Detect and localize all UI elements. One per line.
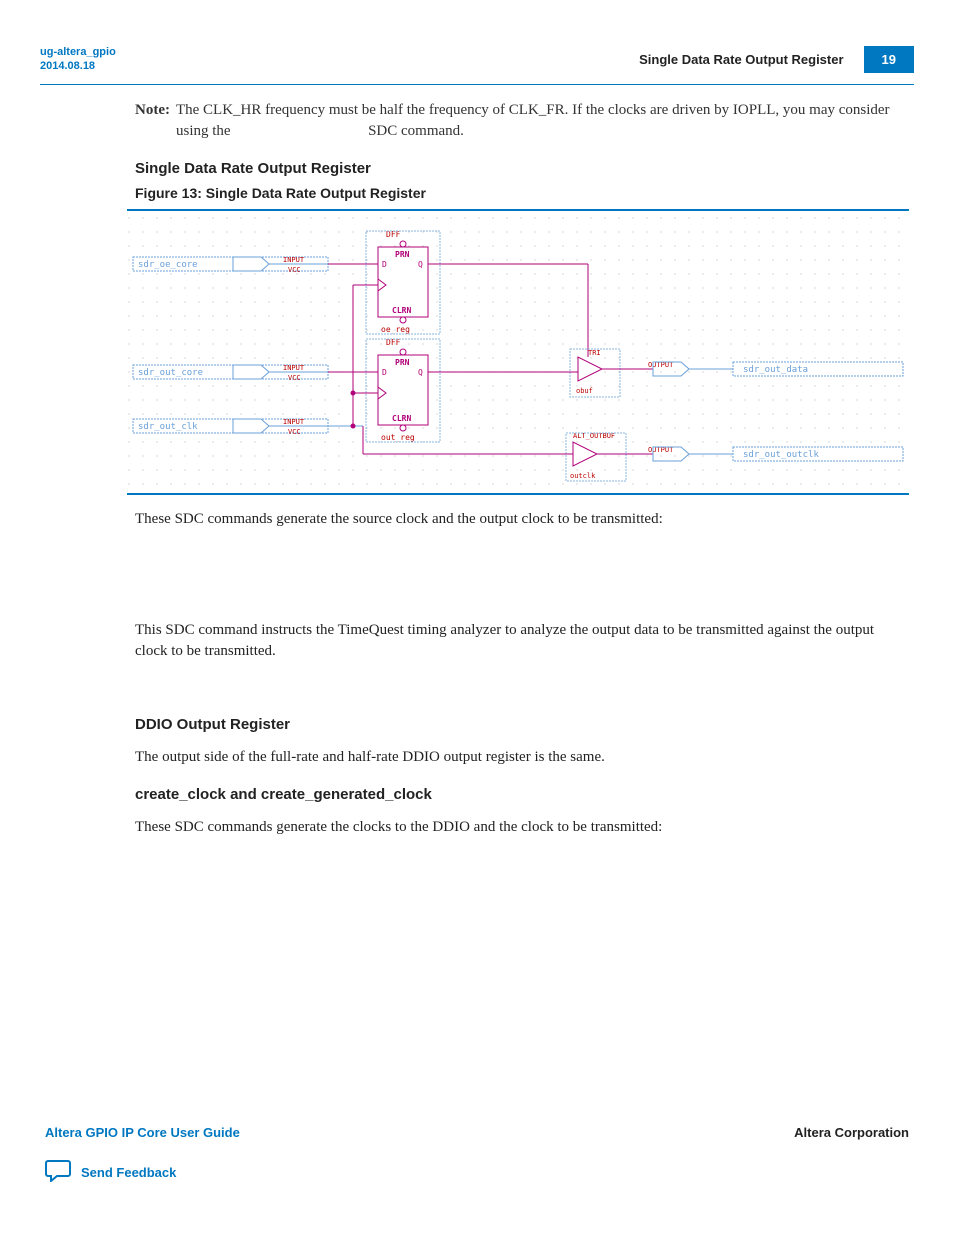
svg-text:out_reg: out_reg xyxy=(381,433,415,442)
svg-text:obuf: obuf xyxy=(576,387,593,395)
svg-text:INPUT: INPUT xyxy=(283,364,305,372)
paragraph-ddio-same: The output side of the full-rate and hal… xyxy=(135,747,909,768)
figure-rule-top xyxy=(127,209,909,211)
doc-id: ug-altera_gpio 2014.08.18 xyxy=(40,45,116,74)
page-footer: Altera GPIO IP Core User Guide Altera Co… xyxy=(0,1125,954,1140)
doc-id-line1: ug-altera_gpio xyxy=(40,46,116,58)
circuit-diagram: sdr_oe_core INPUT VCC sdr_out_core INPUT… xyxy=(127,217,909,487)
note-block: Note: The CLK_HR frequency must be half … xyxy=(135,100,909,142)
figure-rule-bottom xyxy=(127,493,909,495)
header-divider xyxy=(40,84,914,85)
svg-text:PRN: PRN xyxy=(395,358,410,367)
header-right: Single Data Rate Output Register 19 xyxy=(639,46,914,73)
section-heading-sdr: Single Data Rate Output Register xyxy=(135,160,909,177)
note-text: The CLK_HR frequency must be half the fr… xyxy=(176,100,909,142)
section-heading-ddio: DDIO Output Register xyxy=(135,716,909,733)
svg-text:D: D xyxy=(382,260,387,269)
note-label: Note: xyxy=(135,100,170,142)
paragraph-sdc-generate: These SDC commands generate the source c… xyxy=(135,509,909,530)
svg-text:VCC: VCC xyxy=(288,266,301,274)
svg-text:D: D xyxy=(382,368,387,377)
svg-text:CLRN: CLRN xyxy=(392,306,411,315)
footer-company: Altera Corporation xyxy=(794,1125,909,1140)
page-number: 19 xyxy=(864,46,914,73)
figure-title: Figure 13: Single Data Rate Output Regis… xyxy=(135,185,909,201)
svg-text:Q: Q xyxy=(418,368,423,377)
send-feedback-link[interactable]: Send Feedback xyxy=(45,1158,176,1187)
feedback-label: Send Feedback xyxy=(81,1165,176,1180)
header-section-title: Single Data Rate Output Register xyxy=(639,52,843,67)
svg-text:CLRN: CLRN xyxy=(392,414,411,423)
paragraph-sdc-instruct: This SDC command instructs the TimeQuest… xyxy=(135,620,909,662)
feedback-icon xyxy=(45,1158,71,1187)
svg-text:Q: Q xyxy=(418,260,423,269)
svg-text:sdr_out_core: sdr_out_core xyxy=(138,368,203,378)
svg-text:sdr_out_clk: sdr_out_clk xyxy=(138,422,198,432)
section-heading-create-clock: create_clock and create_generated_clock xyxy=(135,786,909,803)
svg-text:oe_reg: oe_reg xyxy=(381,325,410,334)
footer-guide-title[interactable]: Altera GPIO IP Core User Guide xyxy=(45,1125,240,1140)
svg-text:VCC: VCC xyxy=(288,374,301,382)
svg-text:INPUT: INPUT xyxy=(283,256,305,264)
svg-text:sdr_oe_core: sdr_oe_core xyxy=(138,260,198,270)
svg-text:INPUT: INPUT xyxy=(283,418,305,426)
paragraph-ddio-sdc: These SDC commands generate the clocks t… xyxy=(135,817,909,838)
svg-text:sdr_out_outclk: sdr_out_outclk xyxy=(743,450,819,460)
page-header: ug-altera_gpio 2014.08.18 Single Data Ra… xyxy=(0,0,954,84)
page-content: Note: The CLK_HR frequency must be half … xyxy=(0,100,954,838)
svg-text:sdr_out_data: sdr_out_data xyxy=(743,365,808,375)
svg-text:PRN: PRN xyxy=(395,250,410,259)
svg-text:TRI: TRI xyxy=(588,349,601,357)
doc-id-line2: 2014.08.18 xyxy=(40,60,95,72)
svg-text:outclk: outclk xyxy=(570,472,596,480)
svg-text:VCC: VCC xyxy=(288,428,301,436)
